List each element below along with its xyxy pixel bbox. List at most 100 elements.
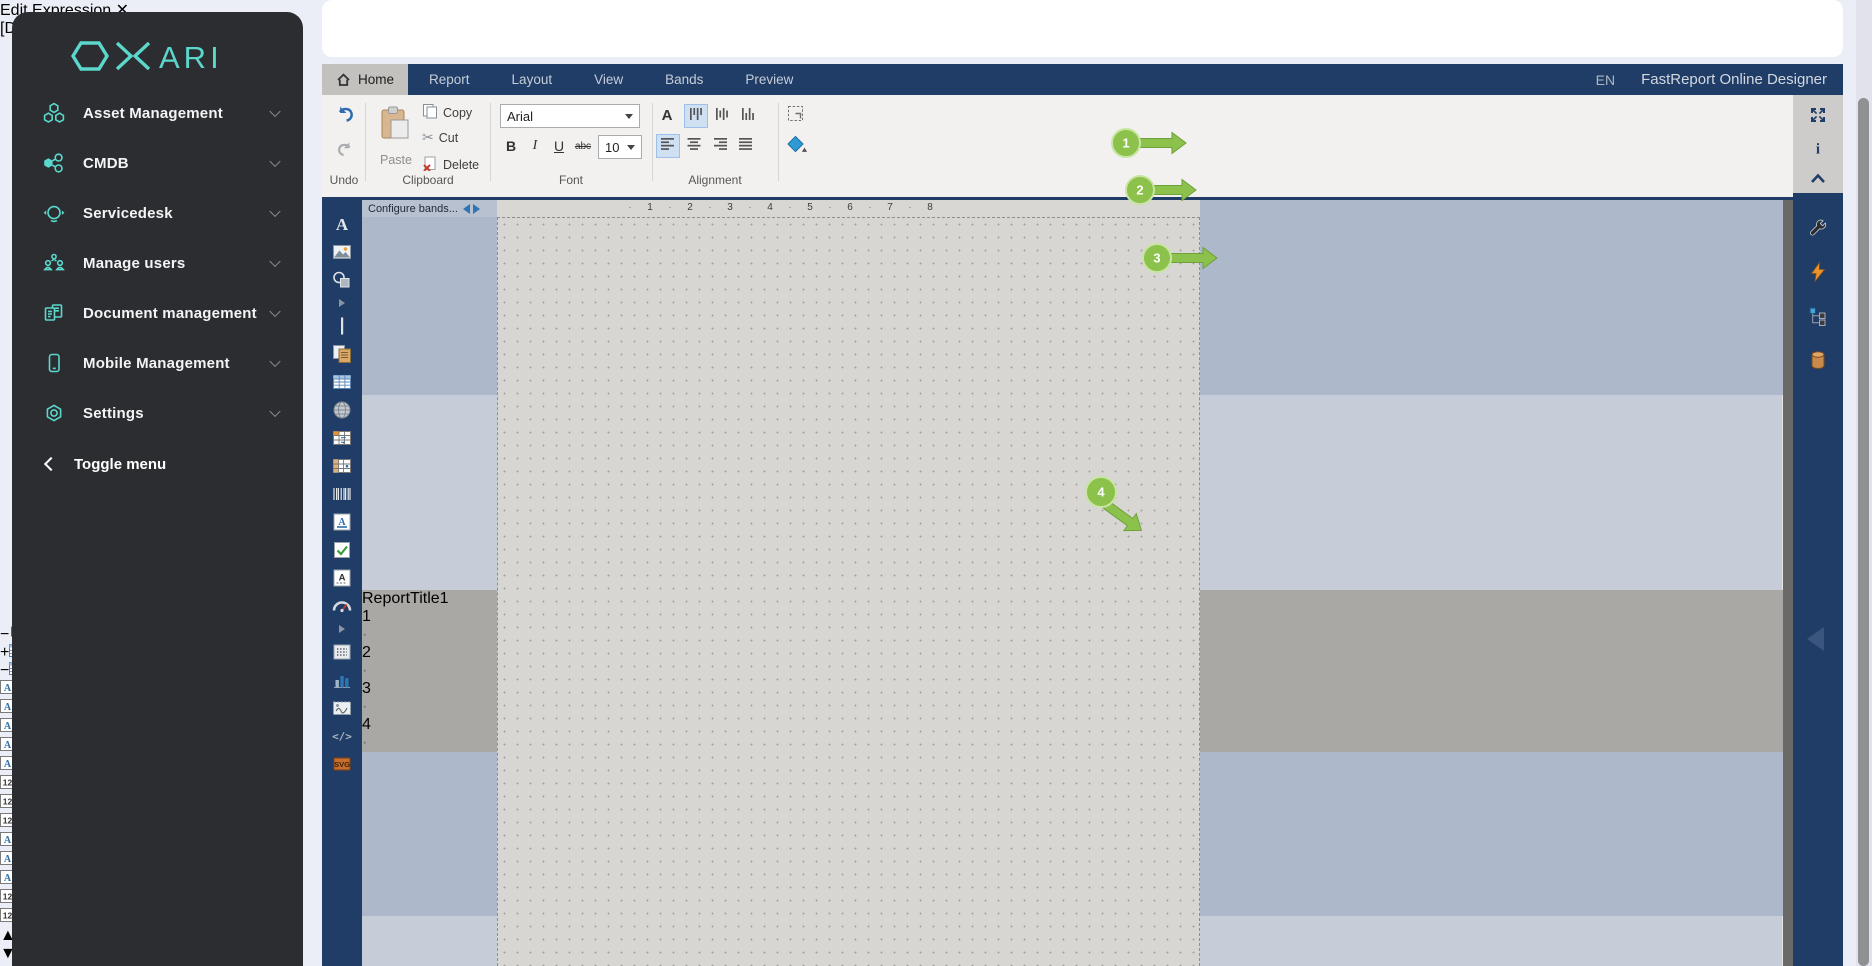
sidebar-item-servicedesk[interactable]: Servicedesk [12, 188, 303, 238]
redo-button[interactable] [335, 139, 355, 164]
sidebar-item-label: Mobile Management [83, 355, 230, 372]
svg-text:A: A [4, 702, 12, 713]
info-icon[interactable]: i [1809, 138, 1827, 158]
sidebar-item-settings[interactable]: Settings [12, 388, 303, 438]
borders-button[interactable] [786, 104, 808, 131]
ruler-number: 5 [807, 202, 813, 213]
tab-home[interactable]: Home [322, 64, 408, 95]
flyout-arrow-icon[interactable] [329, 623, 355, 635]
font-name-select[interactable]: Arial [500, 104, 640, 128]
language-selector[interactable]: EN [1596, 72, 1615, 88]
sidebar-item-asset-management[interactable]: Asset Management [12, 88, 303, 138]
paste-label[interactable]: Paste [380, 153, 412, 167]
gauge-icon[interactable] [329, 595, 355, 617]
valign-top-button[interactable] [684, 104, 708, 128]
chart-icon[interactable] [329, 669, 355, 691]
subreport-icon[interactable] [329, 343, 355, 365]
bold-button[interactable]: B [500, 135, 522, 157]
tab-view[interactable]: View [573, 64, 644, 95]
align-justify-button[interactable] [734, 134, 758, 158]
sidebar-item-manage-users[interactable]: Manage users [12, 238, 303, 288]
cut-button[interactable]: ✂ Cut [422, 129, 458, 146]
tab-preview[interactable]: Preview [724, 64, 814, 95]
data-sources-icon[interactable] [1793, 343, 1843, 377]
matrix-icon[interactable] [329, 427, 355, 449]
sidebar-item-document-management[interactable]: Document management [12, 288, 303, 338]
sidebar-item-mobile-management[interactable]: Mobile Management [12, 338, 303, 388]
fullscreen-icon[interactable] [1808, 105, 1828, 125]
valign-center-button[interactable] [710, 104, 734, 128]
delete-button[interactable]: Delete [422, 155, 479, 174]
svg-text:SVG: SVG [334, 760, 350, 769]
svg-text:A: A [4, 873, 12, 884]
checkbox-icon[interactable] [329, 539, 355, 561]
divider [652, 103, 653, 181]
prev-page-arrow[interactable] [463, 204, 470, 214]
toggle-menu-button[interactable]: Toggle menu [12, 440, 303, 488]
valign-bottom-button[interactable] [736, 104, 760, 128]
window-scrollbar-thumb[interactable] [1858, 98, 1869, 966]
collapse-chevron-icon[interactable] [1808, 171, 1828, 185]
tab-bands[interactable]: Bands [644, 64, 724, 95]
brand-area: EN FastReport Online Designer [1596, 64, 1843, 95]
shapes-icon[interactable] [329, 269, 355, 291]
annotation-step-2: 2 [1122, 173, 1206, 209]
signature-icon[interactable] [329, 697, 355, 719]
chevron-down-icon [269, 406, 280, 417]
text-block-icon[interactable]: A [329, 567, 355, 589]
events-lightning-icon[interactable] [1793, 255, 1843, 289]
ruler-tick: · [868, 202, 871, 213]
table-icon[interactable] [329, 371, 355, 393]
report-workspace[interactable]: 1·2·3·4·5·6·7·8· Configure bands... Repo… [362, 200, 1783, 966]
barcode-icon[interactable] [329, 483, 355, 505]
next-page-arrow[interactable] [473, 204, 480, 214]
italic-button[interactable]: I [524, 135, 546, 157]
dot-matrix-icon[interactable] [329, 641, 355, 663]
collapse-minus-icon[interactable]: − [0, 626, 9, 643]
strikethrough-button[interactable]: abc [572, 135, 594, 157]
fill-color-button[interactable] [786, 134, 810, 161]
report-tree-icon[interactable] [1793, 299, 1843, 333]
designer-scrollbar[interactable] [1783, 200, 1793, 966]
expand-plus-icon[interactable]: + [0, 644, 9, 661]
font-size-select[interactable]: 10 [598, 135, 642, 159]
line-icon[interactable] [329, 315, 355, 337]
ruler-number: 2 [687, 202, 693, 213]
mobile-management-icon [42, 352, 66, 374]
sidebar-item-label: Document management [83, 305, 257, 322]
svg-icon[interactable]: SVG [329, 753, 355, 775]
rich-text-icon[interactable]: A [329, 511, 355, 533]
ruler-number: 7 [887, 202, 893, 213]
flyout-arrow-icon[interactable] [329, 297, 355, 309]
svg-text:i: i [1816, 142, 1820, 158]
undo-button[interactable] [334, 103, 356, 130]
chevron-left-icon [44, 457, 58, 471]
font-color-button[interactable]: A [656, 104, 678, 126]
align-center-button[interactable] [682, 134, 706, 158]
copy-button[interactable]: Copy [422, 103, 472, 122]
align-right-button[interactable] [708, 134, 732, 158]
collapse-minus-icon[interactable]: − [0, 662, 9, 679]
sidebar-item-label: CMDB [83, 155, 129, 172]
map-icon[interactable] [329, 399, 355, 421]
sidebar-item-label: Settings [83, 405, 144, 422]
properties-wrench-icon[interactable] [1793, 211, 1843, 245]
paste-button[interactable] [378, 104, 412, 149]
svg-text:A: A [4, 683, 12, 694]
tab-report[interactable]: Report [408, 64, 491, 95]
matrix-data-icon[interactable] [329, 455, 355, 477]
report-page[interactable] [497, 217, 1200, 966]
sidebar-item-cmdb[interactable]: CMDB [12, 138, 303, 188]
align-left-button[interactable] [656, 134, 680, 158]
designer-corner-controls: i [1793, 95, 1843, 193]
text-icon[interactable]: A [329, 213, 355, 235]
picture-icon[interactable] [329, 241, 355, 263]
tab-layout[interactable]: Layout [491, 64, 574, 95]
code-icon[interactable]: </> [329, 725, 355, 747]
expand-panel-arrow[interactable] [1807, 627, 1824, 651]
chevron-down-icon [269, 206, 280, 217]
annotation-step-number: 2 [1136, 183, 1143, 198]
window-scrollbar[interactable] [1856, 0, 1872, 966]
underline-button[interactable]: U [548, 135, 570, 157]
home-icon [336, 72, 351, 87]
